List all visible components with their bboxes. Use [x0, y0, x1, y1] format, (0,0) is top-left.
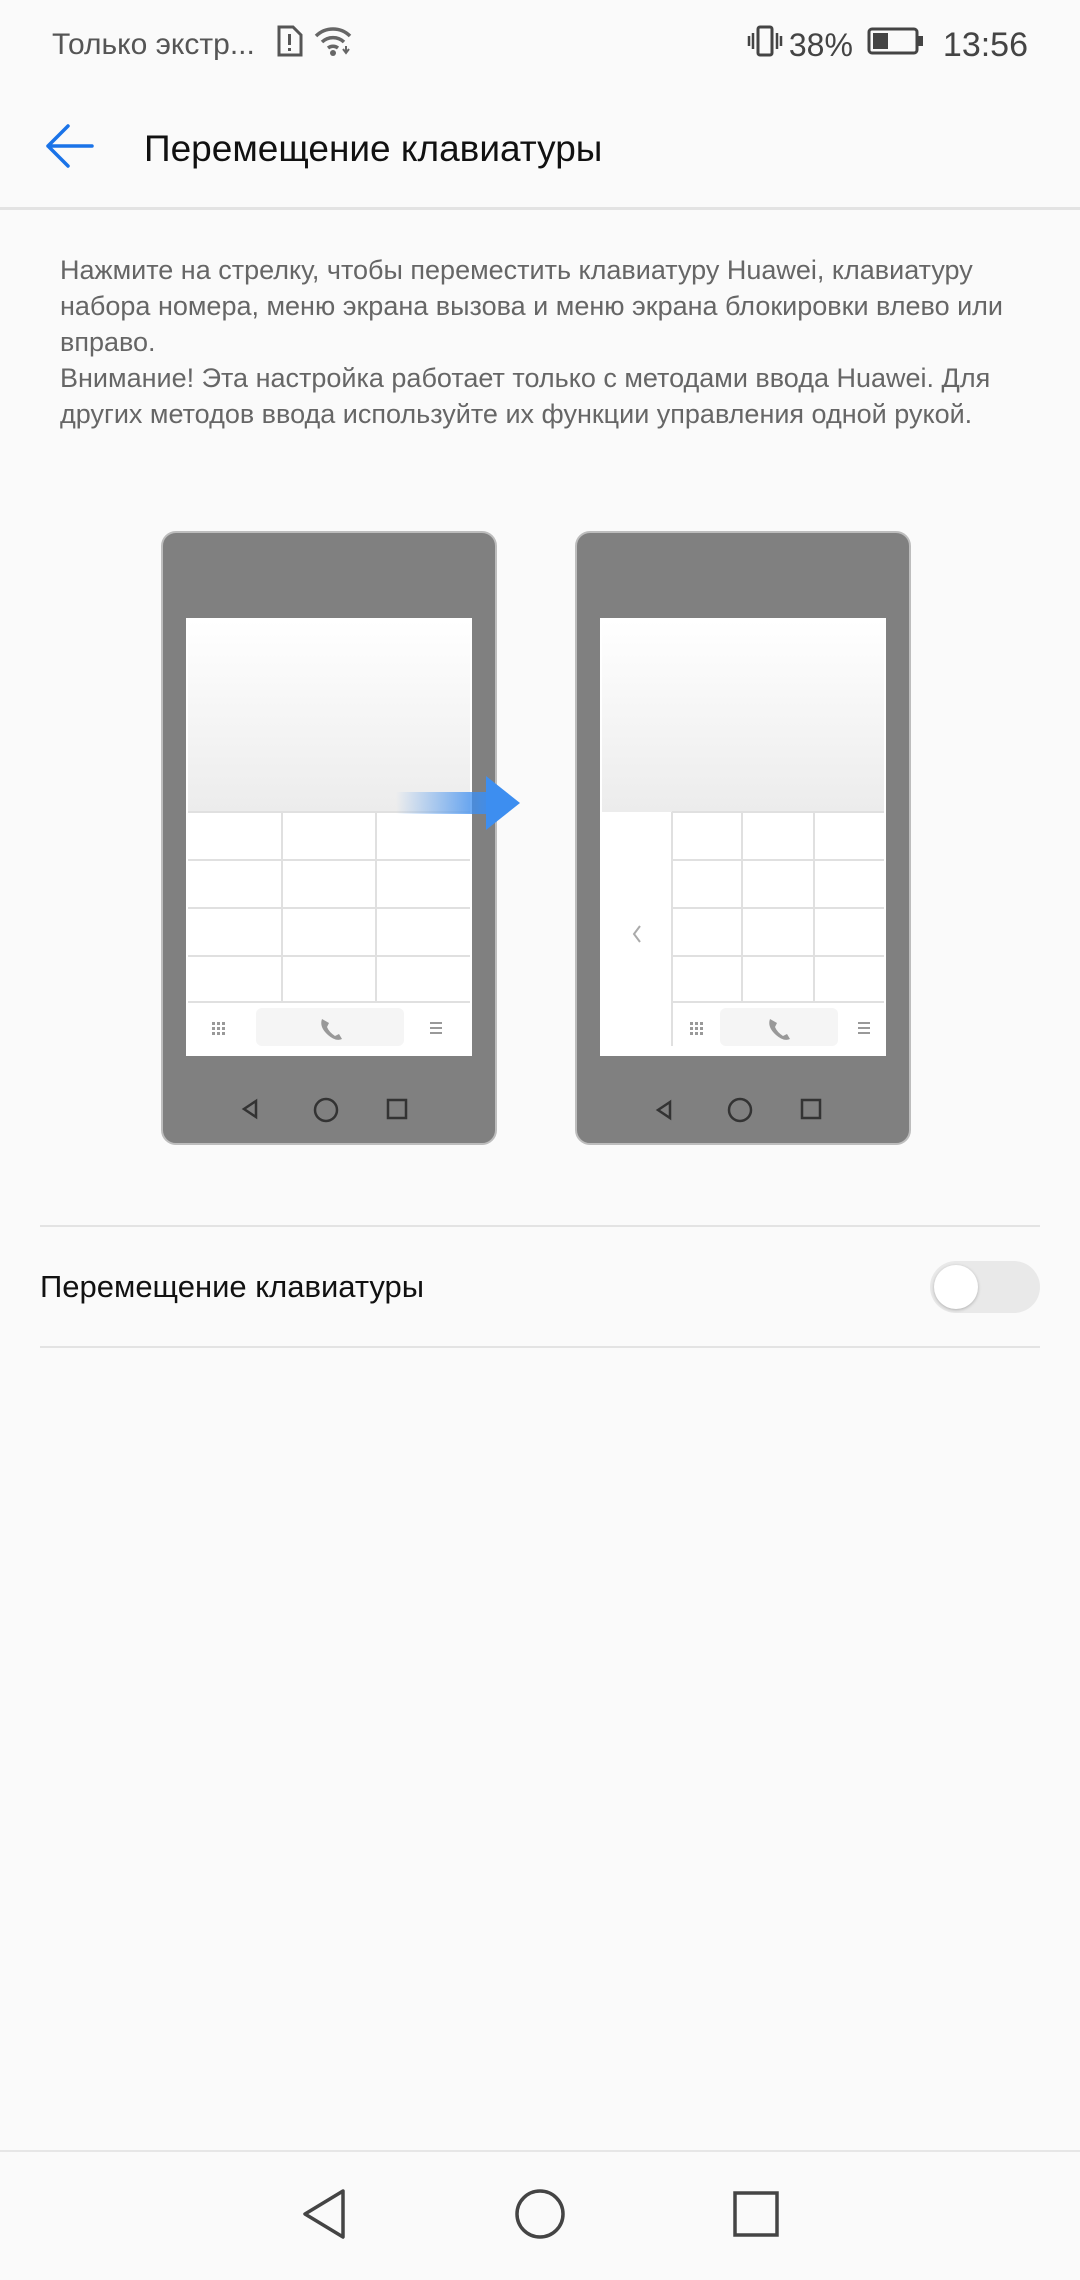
nav-back-button[interactable] — [274, 2166, 374, 2266]
battery-icon — [867, 26, 925, 64]
app-bar: Перемещение клавиатуры — [0, 90, 1080, 210]
keyboard-move-illustration — [160, 530, 920, 1150]
dialpad-icon — [690, 1022, 703, 1035]
toggle-knob — [934, 1265, 978, 1309]
nav-home-button[interactable] — [490, 2166, 590, 2266]
carrier-name: Только экстр... — [52, 28, 255, 61]
status-clock: 13:56 — [942, 25, 1028, 64]
vibrate-icon — [747, 24, 783, 66]
sim-alert-icon — [275, 25, 303, 65]
divider-bottom — [40, 1346, 1040, 1348]
status-right: 38% 13:56 — [747, 24, 1028, 66]
wifi-icon — [313, 25, 353, 65]
setting-row-keyboard-move[interactable]: Перемещение клавиатуры — [40, 1228, 1040, 1346]
keyboard-move-toggle[interactable] — [930, 1261, 1040, 1313]
phone-after — [575, 531, 911, 1145]
divider-top — [40, 1225, 1040, 1227]
battery-percent: 38% — [788, 26, 853, 63]
system-nav-bar — [0, 2150, 1080, 2280]
back-button[interactable] — [22, 101, 118, 197]
page-title: Перемещение клавиатуры — [144, 127, 603, 169]
status-left: Только экстр... — [52, 25, 353, 65]
recents-square-icon — [731, 2189, 781, 2244]
nav-recents-button[interactable] — [706, 2166, 806, 2266]
status-bar: Только экстр... 38% 13:56 — [0, 0, 1080, 90]
arrow-left-icon — [44, 122, 96, 175]
phone-before — [161, 531, 497, 1145]
home-circle-icon — [513, 2187, 567, 2246]
setting-label: Перемещение клавиатуры — [40, 1269, 425, 1304]
description-instruction: Нажмите на стрелку, чтобы переместить кл… — [60, 255, 1004, 357]
description: Нажмите на стрелку, чтобы переместить кл… — [60, 252, 1030, 432]
back-triangle-icon — [299, 2187, 349, 2246]
description-warning: Внимание! Эта настройка работает только … — [60, 363, 991, 429]
dialpad-icon — [212, 1022, 225, 1035]
